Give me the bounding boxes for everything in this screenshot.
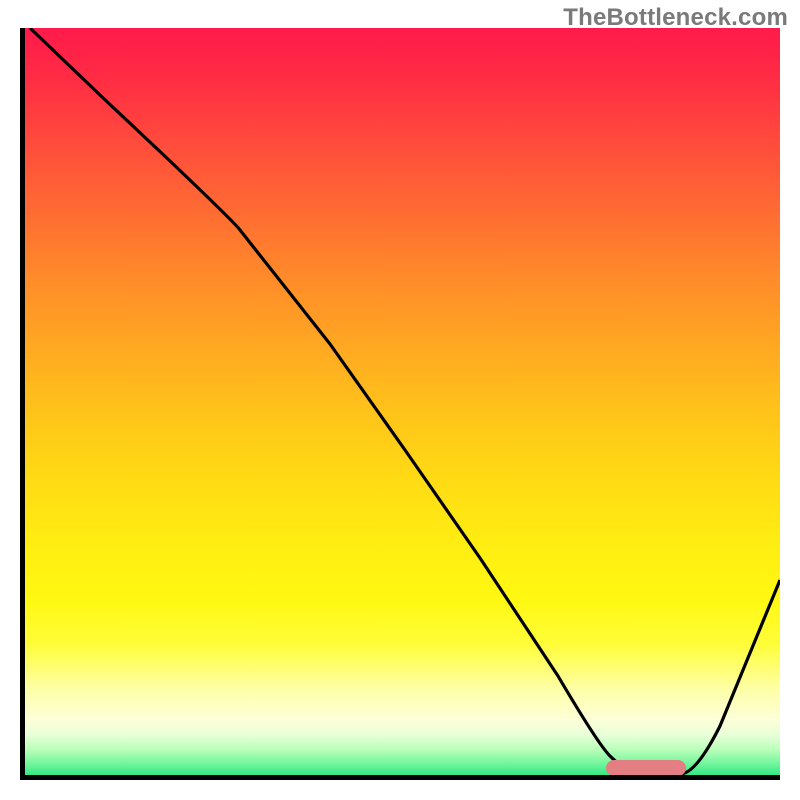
chart-container: TheBottleneck.com [0, 0, 800, 800]
plot-area [20, 28, 780, 780]
curve-svg [20, 28, 780, 780]
bottleneck-curve [30, 28, 780, 774]
optimal-range-marker [606, 760, 686, 776]
